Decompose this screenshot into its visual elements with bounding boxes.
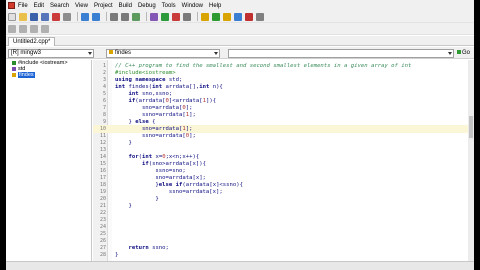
bottom-panel-bar: [6, 261, 474, 270]
menu-edit[interactable]: Edit: [34, 3, 44, 9]
rebuild-icon[interactable]: [234, 12, 242, 21]
include-icon: [12, 61, 16, 65]
menu-file[interactable]: File: [18, 3, 28, 9]
scrollbar-thumb[interactable]: [469, 116, 473, 138]
tab-untitled2[interactable]: Untitled2.cpp*: [8, 37, 56, 46]
menu-debug[interactable]: Debug: [138, 3, 156, 9]
menu-view[interactable]: View: [75, 3, 88, 9]
chevron-down-icon: [214, 52, 218, 55]
toolbar-separator: [106, 12, 107, 21]
compile-run-icon[interactable]: [223, 12, 231, 21]
print-icon[interactable]: [63, 12, 71, 21]
compiler-select[interactable]: [R] mingw3: [8, 49, 94, 58]
unindent-icon[interactable]: [19, 24, 27, 33]
indent-icon[interactable]: [8, 24, 16, 33]
code-editor[interactable]: 1// C++ program to find the smallest and…: [93, 60, 468, 261]
debug-icon[interactable]: [245, 12, 253, 21]
chevron-down-icon: [448, 52, 452, 55]
menu-build[interactable]: Build: [119, 3, 132, 9]
go-icon: [457, 50, 461, 54]
file-tab-strip: Untitled2.cpp*: [6, 36, 474, 46]
tree-item-label: #include <iostream>: [18, 60, 68, 66]
replace-icon[interactable]: [121, 12, 129, 21]
scope-select[interactable]: [228, 49, 454, 58]
toolbar-separator: [197, 12, 198, 21]
function-icon: [12, 73, 16, 77]
right-letterbox: [474, 0, 480, 270]
go-label: Go: [462, 50, 471, 56]
new-project-icon[interactable]: [150, 12, 158, 21]
tree-item-label: findes: [18, 72, 35, 78]
open-folder-icon[interactable]: [19, 12, 27, 21]
save-all-icon[interactable]: [41, 12, 49, 21]
main-toolbar: [6, 11, 474, 23]
go-button[interactable]: Go: [457, 49, 470, 58]
menu-search[interactable]: Search: [50, 3, 69, 9]
profile-icon[interactable]: [256, 12, 264, 21]
menu-help[interactable]: Help: [209, 3, 221, 9]
function-select-value: findes: [115, 50, 132, 56]
run-icon[interactable]: [212, 12, 220, 21]
toolbar-separator: [77, 12, 78, 21]
line-number: 28: [99, 252, 106, 258]
compile-icon[interactable]: [201, 12, 209, 21]
undo-icon[interactable]: [81, 12, 89, 21]
code-line[interactable]: 28}: [93, 251, 468, 259]
close-file-icon[interactable]: [52, 12, 60, 21]
editor-vertical-scrollbar[interactable]: [468, 60, 474, 261]
remove-from-project-icon[interactable]: [172, 12, 180, 21]
redo-icon[interactable]: [92, 12, 100, 21]
project-options-icon[interactable]: [183, 12, 191, 21]
secondary-toolbar: [6, 23, 474, 35]
namespace-icon: [12, 67, 16, 71]
menu-tools[interactable]: Tools: [162, 3, 176, 9]
function-select[interactable]: findes: [106, 49, 220, 58]
save-icon[interactable]: [30, 12, 38, 21]
tree-item-findes[interactable]: findes: [6, 72, 91, 78]
app-icon: [8, 2, 15, 9]
menu-bar: File Edit Search View Project Build Debu…: [6, 0, 474, 11]
toolbar-separator: [146, 12, 147, 21]
goto-line-icon[interactable]: [132, 12, 140, 21]
chevron-down-icon: [88, 52, 92, 55]
goto-bookmark-icon[interactable]: [41, 24, 49, 33]
add-to-project-icon[interactable]: [161, 12, 169, 21]
function-icon: [109, 50, 113, 54]
menu-window[interactable]: Window: [182, 3, 203, 9]
toggle-bookmark-icon[interactable]: [30, 24, 38, 33]
find-icon[interactable]: [110, 12, 118, 21]
compiler-select-value: [R] mingw3: [11, 50, 42, 56]
code-text: }: [115, 252, 119, 258]
class-browser-tree: #include <iostream> std findes: [6, 60, 92, 261]
class-browser-bar: [R] mingw3 findes Go: [6, 47, 474, 59]
menu-project[interactable]: Project: [94, 3, 113, 9]
new-file-icon[interactable]: [8, 12, 16, 21]
